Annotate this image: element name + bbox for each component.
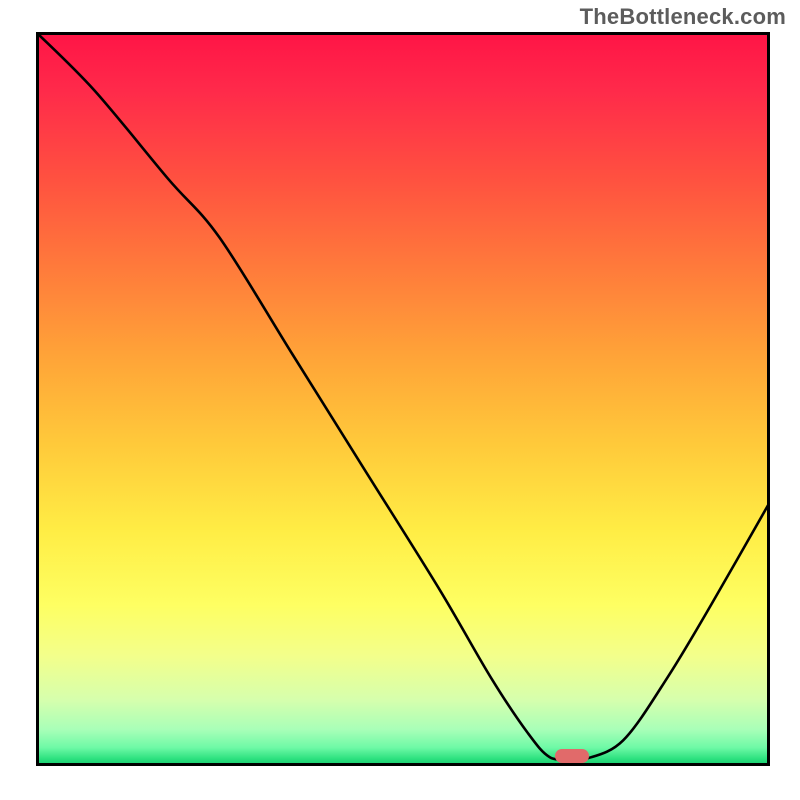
optimal-point-marker: [555, 749, 589, 763]
watermark-text: TheBottleneck.com: [580, 4, 786, 30]
chart-container: TheBottleneck.com: [0, 0, 800, 800]
bottleneck-curve: [36, 32, 770, 766]
plot-area: [36, 32, 770, 766]
